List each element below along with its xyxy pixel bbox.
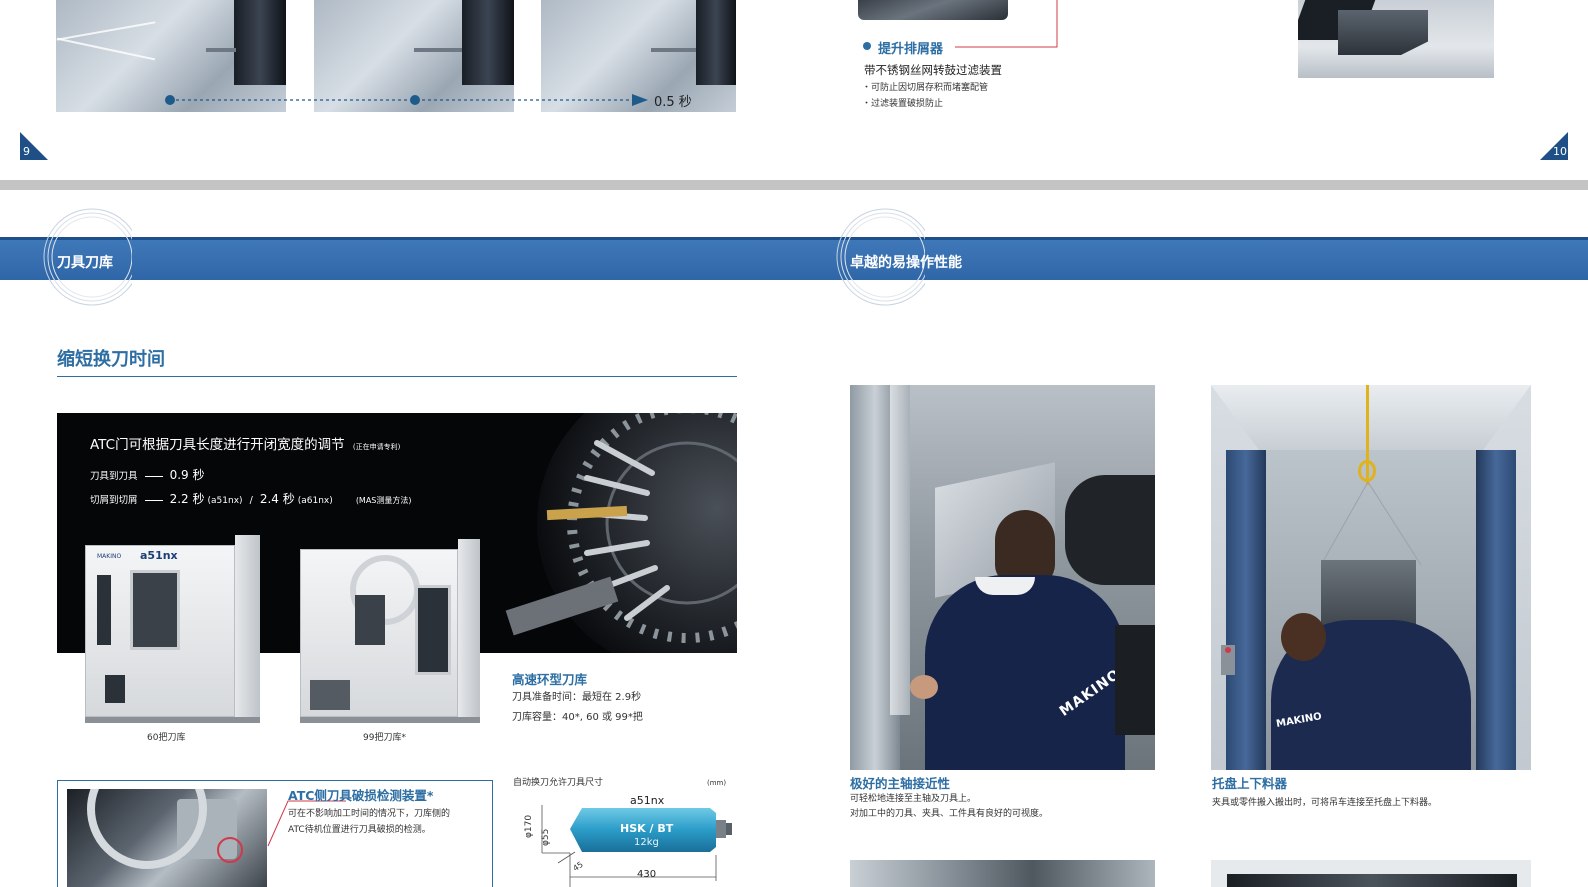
spec-row-1: 刀具到刀具 0.9 秒 (90, 466, 204, 483)
dim-430: 430 (637, 869, 657, 880)
section-title: 缩短换刀时间 (57, 349, 165, 370)
top-strip: 0.5 秒 9 10 提升排屑器 带不锈钢丝网转鼓过滤装置 ・可防止因切屑存积而… (0, 0, 1588, 180)
machine-60-model: a51nx (140, 549, 178, 562)
detection-line-2: ATC待机位置进行刀具破损的检测。 (288, 825, 431, 835)
page-number-right: 10 (1553, 145, 1567, 158)
header-left-title: 刀具刀库 (57, 255, 113, 271)
timeline-arrow (165, 94, 648, 106)
chip-title: 提升排屑器 (878, 42, 944, 57)
spread-separator (0, 180, 1588, 190)
bottom-photo-1 (850, 860, 1155, 887)
spec2-method: (MAS测量方法) (355, 496, 412, 505)
spec1-label: 刀具到刀具 (90, 471, 138, 482)
spec-row-2: 切屑到切屑 2.2 秒 (a51nx) / 2.4 秒 (a61nx) (MAS… (90, 490, 412, 507)
detection-title: ATC侧刀具破损检测装置* (288, 788, 434, 803)
dim-55: φ55 (541, 828, 551, 846)
photo1-line-2: 对加工中的刀具、夹具、工件具有良好的可视度。 (850, 809, 1049, 819)
atc-title-text: ATC门可根据刀具长度进行开闭宽度的调节 (90, 437, 345, 453)
spec2-label: 切屑到切屑 (90, 495, 138, 506)
caption-99: 99把刀库* (363, 733, 406, 743)
dim-170: φ170 (524, 814, 534, 838)
spec2-value1: 2.2 秒 (169, 492, 205, 506)
tool-weight: 12kg (634, 837, 659, 848)
pallet-chains (1320, 481, 1422, 566)
caption-60: 60把刀库 (147, 733, 186, 743)
tool-dims-title: 自动换刀允许刀具尺寸 (513, 778, 604, 788)
photo1-line-1: 可轻松地连接至主轴及刀具上。 (850, 794, 977, 804)
atc-title-note: (正在申请专利) (352, 443, 401, 451)
timeline-label: 0.5 秒 (654, 95, 692, 110)
spec2-model2: (a61nx) (297, 496, 333, 506)
pallet-loader-photo: MAKINO (1211, 385, 1531, 770)
spec2-model1: (a51nx) (207, 496, 243, 506)
pallet-photo-top (1298, 0, 1494, 78)
chip-bullet-2: ・过滤装置破损防止 (862, 99, 944, 109)
chip-bullet-1: ・可防止因切屑存积而堵塞配管 (862, 83, 989, 93)
photo2-line-1: 夹具或零件搬入搬出时，可将吊车连接至托盘上下料器。 (1212, 798, 1438, 808)
atc-title: ATC门可根据刀具长度进行开闭宽度的调节 (正在申请专利) (90, 433, 400, 453)
ring-line-2: 刀库容量：40*, 60 或 99*把 (512, 712, 643, 723)
machine-60-image: MAKINO a51nx (85, 535, 260, 725)
photo2-title: 托盘上下料器 (1212, 776, 1288, 791)
ring-line-1: 刀具准备时间：最短在 2.9秒 (512, 692, 642, 703)
spec1-value: 0.9 秒 (169, 468, 205, 482)
detection-line-1: 可在不影响加工时间的情况下，刀库侧的 (288, 809, 451, 819)
detection-photo (67, 789, 267, 887)
detection-box: ATC侧刀具破损检测装置* 可在不影响加工时间的情况下，刀库侧的 ATC待机位置… (57, 780, 493, 887)
header-right-title: 卓越的易操作性能 (850, 255, 962, 271)
chip-title-bullet (863, 42, 871, 50)
tool-type: HSK / BT (620, 822, 674, 835)
ring-title: 高速环型刀库 (512, 672, 588, 687)
tool-dims-unit: (mm) (707, 779, 727, 787)
machine-99-image (300, 535, 480, 725)
chip-subtitle: 带不锈钢丝网转鼓过滤装置 (864, 63, 1002, 77)
spec2-value2: 2.4 秒 (259, 492, 295, 506)
page-number-left: 9 (23, 145, 30, 158)
photo1-title: 极好的主轴接近性 (850, 776, 951, 791)
ring-magazine-graphic (505, 413, 737, 653)
bottom-photo-2 (1211, 860, 1531, 887)
chip-callout-line (955, 0, 1058, 48)
spindle-access-photo: MAKINO (850, 385, 1155, 770)
section-title-rule (57, 376, 737, 377)
spec2-sep: / (249, 495, 253, 506)
header-band (0, 237, 1588, 280)
